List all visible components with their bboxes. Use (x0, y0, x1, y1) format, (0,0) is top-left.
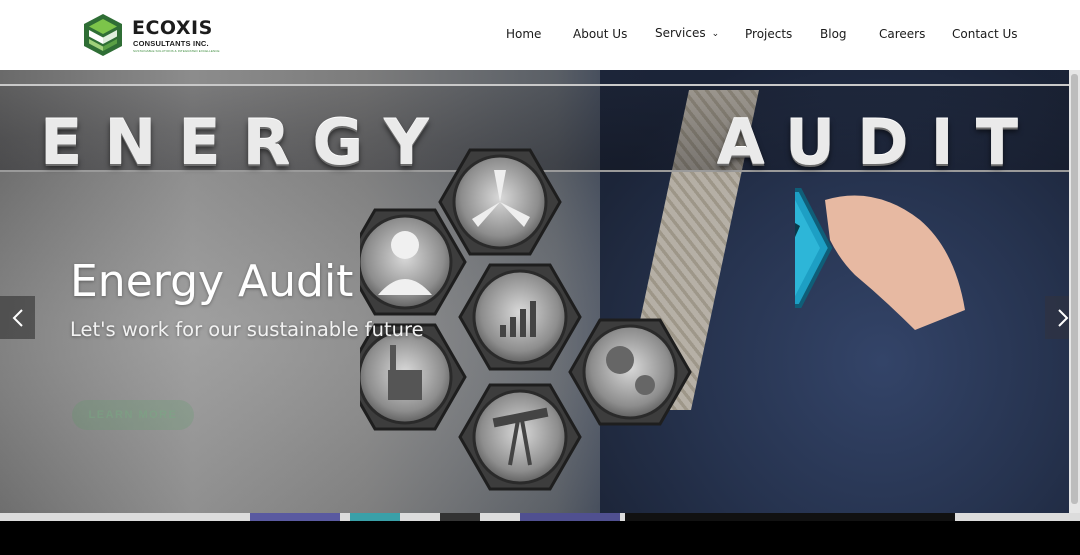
nav-services-label: Services (655, 26, 706, 40)
render-artifact-strip (0, 513, 1080, 521)
growth-chart-hexagon-icon (458, 263, 582, 371)
engineer-hexagon-icon (360, 208, 467, 316)
bottom-black-bar (0, 521, 1080, 555)
page-scrollbar[interactable] (1069, 70, 1080, 518)
logo-tagline: SUSTAINABLE SOLUTIONS & INTEGRATED EXCEL… (133, 49, 220, 53)
scrollbar-thumb[interactable] (1071, 74, 1078, 504)
nav-careers[interactable]: Careers (879, 27, 925, 41)
logo-name: ECOXIS (132, 17, 213, 39)
logo-subtitle: CONSULTANTS INC. (133, 39, 209, 48)
slide-title: Energy Audit (70, 256, 354, 307)
gears-hexagon-icon (568, 318, 692, 426)
hand-holding-checklist-icon (795, 188, 965, 330)
hero-slider: ENERGY AUDIT Energy Audit Let's work for… (0, 70, 1069, 518)
nav-about-us[interactable]: About Us (573, 27, 627, 41)
learn-more-button[interactable]: LEARN MORE (72, 400, 194, 430)
nav-blog[interactable]: Blog (820, 27, 847, 41)
site-header: ECOXIS CONSULTANTS INC. SUSTAINABLE SOLU… (0, 0, 1080, 70)
wind-turbine-hexagon-icon (438, 148, 562, 256)
chevron-down-icon: ⌄ (711, 29, 720, 39)
slider-prev-button[interactable] (0, 296, 35, 339)
chevron-left-icon (12, 308, 23, 327)
nav-projects[interactable]: Projects (745, 27, 792, 41)
site-logo[interactable]: ECOXIS CONSULTANTS INC. SUSTAINABLE SOLU… (82, 12, 222, 58)
nav-contact-us[interactable]: Contact Us (952, 27, 1018, 41)
nav-home[interactable]: Home (506, 27, 541, 41)
slide-subtitle: Let's work for our sustainable future (70, 318, 424, 341)
chevron-right-icon (1057, 308, 1068, 327)
oil-pump-hexagon-icon (458, 383, 582, 491)
ecoxis-logo-icon (84, 14, 122, 56)
nav-services[interactable]: Services ⌄ (655, 26, 719, 40)
